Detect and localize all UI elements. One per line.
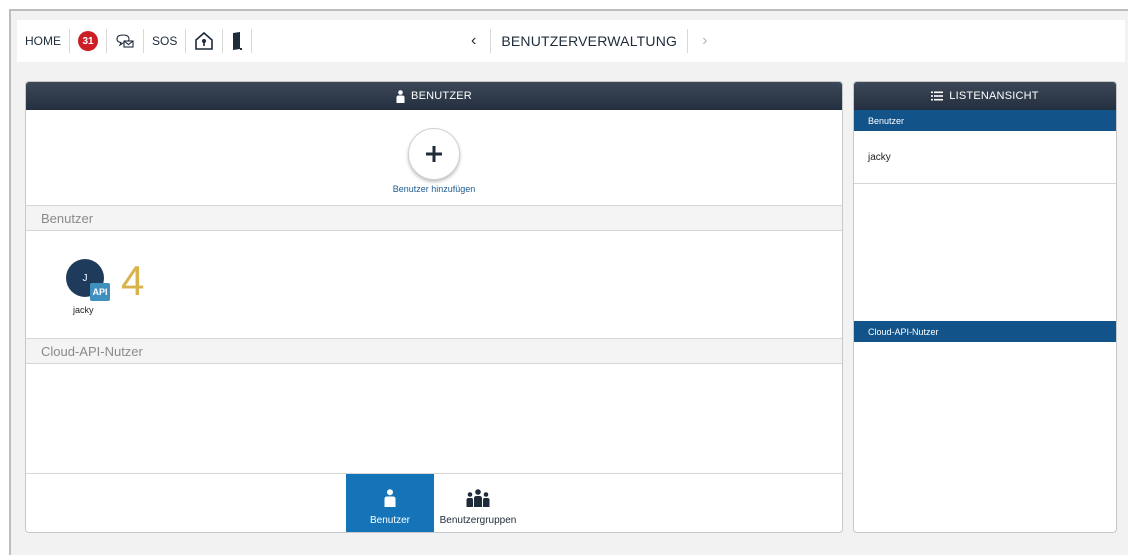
add-user-label[interactable]: Benutzer hinzufügen	[393, 184, 476, 194]
house-alarm-button[interactable]	[186, 29, 224, 53]
tab-user-groups-label: Benutzergruppen	[439, 515, 517, 526]
user-group-icon	[466, 489, 490, 507]
user-icon	[396, 89, 405, 103]
add-user-area: Benutzer hinzufügen	[26, 110, 842, 206]
avatar-initial: J	[82, 272, 88, 284]
tab-users-label: Benutzer	[369, 515, 411, 526]
notifications-button[interactable]: 31	[70, 29, 107, 53]
users-panel-title: BENUTZER	[411, 90, 472, 102]
messages-icon	[116, 34, 134, 48]
chevron-left-icon: ‹	[471, 32, 477, 49]
door-button[interactable]	[223, 29, 253, 53]
sos-button[interactable]: SOS	[144, 29, 187, 53]
users-panel: BENUTZER Benutzer hinzufügen Benutzer J …	[25, 81, 843, 533]
user-name[interactable]: jacky	[73, 305, 94, 315]
home-button[interactable]: HOME	[17, 29, 70, 53]
page-nav: ‹ BENUTZERVERWALTUNG ›	[457, 20, 721, 62]
add-user-button[interactable]	[408, 128, 460, 180]
api-badge: API	[90, 283, 110, 301]
users-list: J API jacky 4	[26, 231, 842, 339]
users-section-header: Benutzer	[26, 206, 842, 231]
plus-icon	[426, 146, 442, 162]
cloud-api-section-header: Cloud-API-Nutzer	[26, 339, 842, 364]
sos-label: SOS	[152, 34, 178, 48]
house-alarm-icon	[195, 31, 214, 50]
user-icon	[384, 489, 396, 507]
home-label: HOME	[25, 34, 61, 48]
chevron-right-icon: ›	[702, 32, 708, 49]
list-icon	[931, 91, 944, 101]
top-bar: HOME 31 SOS ‹ BENUTZERVERWALTUNG ›	[17, 20, 1125, 62]
list-view-panel: LISTENANSICHT Benutzer jacky Cloud-API-N…	[853, 81, 1117, 533]
tab-users[interactable]: Benutzer	[346, 474, 434, 532]
list-group-cloud-api: Cloud-API-Nutzer	[854, 321, 1116, 342]
users-panel-header: BENUTZER	[26, 82, 842, 110]
door-icon	[233, 32, 243, 50]
list-item[interactable]: jacky	[854, 131, 1116, 184]
nav-forward-button[interactable]: ›	[688, 29, 721, 53]
bottom-tab-bar: Benutzer Benutzergruppen	[26, 474, 842, 532]
page-title: BENUTZERVERWALTUNG	[490, 29, 689, 53]
messages-button[interactable]	[107, 29, 144, 53]
nav-back-button[interactable]: ‹	[457, 29, 490, 53]
list-view-title: LISTENANSICHT	[949, 90, 1039, 102]
cloud-api-list	[26, 364, 842, 474]
notification-badge: 31	[78, 31, 98, 51]
tab-user-groups[interactable]: Benutzergruppen	[434, 474, 522, 532]
list-group-users: Benutzer	[854, 110, 1116, 131]
user-count: 4	[121, 257, 145, 304]
list-view-header: LISTENANSICHT	[854, 82, 1116, 110]
